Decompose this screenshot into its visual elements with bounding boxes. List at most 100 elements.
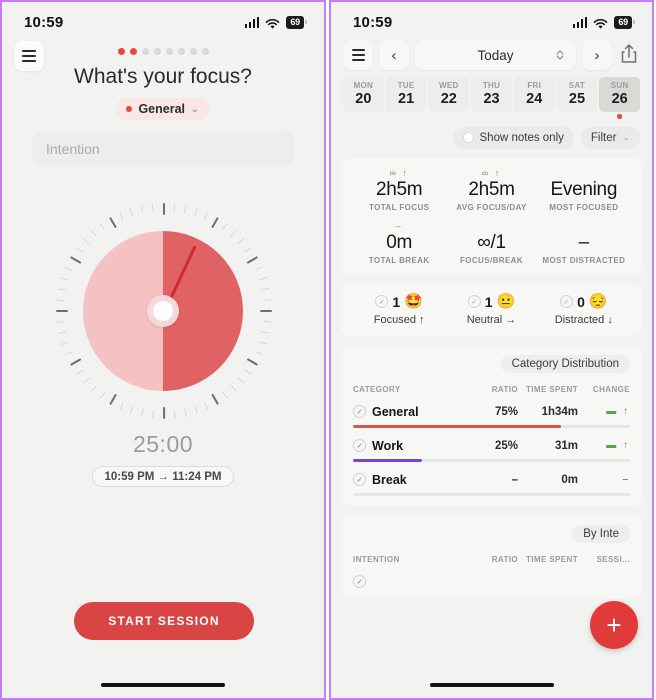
- page-dot[interactable]: [177, 48, 185, 55]
- day-cell[interactable]: MON 20: [343, 77, 384, 112]
- left-header: What's your focus? General ⌄ Intention: [2, 36, 324, 165]
- next-day-button[interactable]: ›: [582, 40, 612, 70]
- dial-tick: [109, 393, 117, 406]
- mood-row: ✓ 1 🤩 Focused ↑ ✓ 1 😐 Neutral → ✓ 0 😔 Distracted ↓: [353, 294, 630, 326]
- mood-item[interactable]: ✓ 1 😐 Neutral →: [445, 294, 537, 326]
- dial-tick: [129, 208, 134, 217]
- check-icon[interactable]: ✓: [353, 439, 366, 452]
- col-category: CATEGORY: [353, 384, 401, 394]
- toggle-circle-icon: [462, 132, 474, 143]
- stats-row-top: ∞ ↑ 2h5m TOTAL FOCUS ∞ ↑ 2h5m AVG FOCUS/DAY Ev…: [353, 168, 630, 212]
- intention-input[interactable]: Intention: [32, 132, 294, 165]
- category-ratio: –: [511, 473, 518, 486]
- category-selector[interactable]: General ⌄: [116, 98, 210, 120]
- stat-delta: [538, 168, 630, 179]
- stat-label: TOTAL BREAK: [368, 255, 430, 265]
- filter-button[interactable]: Filter ⌄: [580, 126, 640, 149]
- show-notes-only-toggle[interactable]: Show notes only: [452, 126, 574, 149]
- col-ratio: RATIO: [491, 384, 518, 394]
- stat-label: AVG FOCUS/DAY: [456, 202, 527, 212]
- stat-value: 2h5m: [376, 178, 423, 200]
- dial-tick: [258, 341, 267, 346]
- mood-summary-card: ✓ 1 🤩 Focused ↑ ✓ 1 😐 Neutral → ✓ 0 😔 Distracted ↓: [341, 283, 642, 336]
- category-time: 0m: [561, 473, 578, 486]
- period-selector[interactable]: Today: [415, 40, 576, 70]
- category-distribution-card: Category Distribution CATEGORY RATIO TIM…: [341, 344, 642, 506]
- table-row[interactable]: ✓ General 75% 1h34m ▬ ↑: [353, 405, 630, 428]
- category-change: ▬ ↑: [606, 406, 630, 417]
- home-indicator: [429, 683, 554, 687]
- dial-tick: [56, 320, 65, 323]
- row-line: ✓ Break – 0m –: [353, 473, 630, 487]
- dial-tick: [221, 391, 228, 399]
- page-dot[interactable]: [201, 48, 209, 55]
- day-dot-slot: [471, 114, 512, 119]
- category-table-header: CATEGORY RATIO TIME SPENT CHANGE: [353, 385, 630, 394]
- day-of-week: SUN: [610, 81, 629, 90]
- stat-item: – MOST DISTRACTED: [538, 221, 630, 265]
- dial-tick: [203, 402, 209, 410]
- day-cell[interactable]: SUN 26: [599, 77, 641, 112]
- dial-tick: [64, 351, 73, 356]
- mood-label: Distracted ↓: [554, 313, 613, 326]
- stat-item: ∞/1 FOCUS/BREAK: [445, 221, 537, 265]
- page-dot[interactable]: [153, 48, 161, 55]
- page-dot[interactable]: [117, 48, 125, 55]
- chevron-down-icon: ⌄: [622, 132, 630, 142]
- category-time: 31m: [554, 439, 578, 452]
- day-number: 24: [526, 91, 543, 107]
- stat-value: –: [578, 231, 590, 253]
- dial-tick: [258, 276, 267, 281]
- day-cell[interactable]: THU 23: [471, 77, 512, 112]
- day-number: 21: [398, 91, 415, 107]
- dial-tick: [60, 341, 69, 346]
- check-icon[interactable]: ✓: [353, 405, 366, 418]
- stat-value: Evening: [550, 178, 618, 200]
- day-cell[interactable]: SAT 25: [556, 77, 598, 112]
- table-row[interactable]: ✓ Break – 0m –: [353, 473, 630, 496]
- dial-tick: [129, 405, 134, 414]
- add-session-button[interactable]: +: [590, 601, 638, 649]
- show-notes-only-label: Show notes only: [479, 131, 564, 144]
- category-distribution-title[interactable]: Category Distribution: [500, 354, 630, 373]
- day-cell[interactable]: FRI 24: [513, 77, 555, 112]
- status-bar-right: 10:59 69: [331, 2, 652, 36]
- cellular-signal-icon: [572, 16, 588, 28]
- mood-item[interactable]: ✓ 0 😔 Distracted ↓: [538, 294, 630, 326]
- page-dot[interactable]: [165, 48, 173, 55]
- stat-label: MOST FOCUSED: [549, 202, 619, 212]
- intention-distribution-title[interactable]: By Inte: [572, 524, 630, 543]
- filter-bar: Show notes only Filter ⌄: [331, 119, 652, 149]
- dial-tick: [254, 266, 263, 271]
- status-icons: 69: [244, 15, 304, 29]
- share-icon[interactable]: [618, 42, 640, 68]
- category-bar: [353, 424, 630, 428]
- day-cell[interactable]: TUE 21: [385, 77, 427, 112]
- prev-day-button[interactable]: ‹: [379, 40, 409, 70]
- menu-icon[interactable]: [14, 41, 44, 71]
- day-of-week: FRI: [527, 81, 542, 90]
- timer-dial[interactable]: [55, 203, 273, 419]
- category-bar: [353, 492, 630, 496]
- page-dot[interactable]: [189, 48, 197, 55]
- status-time: 10:59: [353, 13, 393, 31]
- check-icon: ✓: [560, 295, 574, 308]
- dial-tick: [183, 205, 187, 214]
- dial-tick: [82, 238, 90, 245]
- dial-tick: [237, 238, 245, 245]
- page-dot[interactable]: [141, 48, 149, 55]
- page-dot[interactable]: [129, 48, 137, 55]
- dial-tick: [119, 402, 124, 410]
- category-ratio: 75%: [494, 405, 518, 418]
- stat-item: ∞ ↑ 2h5m AVG FOCUS/DAY: [445, 168, 537, 212]
- start-session-button[interactable]: START SESSION: [74, 602, 254, 640]
- mood-item[interactable]: ✓ 1 🤩 Focused ↑: [353, 294, 445, 326]
- table-row[interactable]: ✓ Work 25% 31m ▬ ↑: [353, 439, 630, 462]
- dial-tick: [193, 405, 198, 414]
- check-icon[interactable]: ✓: [353, 575, 366, 588]
- check-icon[interactable]: ✓: [353, 473, 366, 486]
- menu-icon[interactable]: [343, 40, 373, 70]
- day-number: 20: [355, 91, 372, 107]
- day-cell[interactable]: WED 22: [428, 77, 470, 112]
- dial-tick: [140, 205, 144, 214]
